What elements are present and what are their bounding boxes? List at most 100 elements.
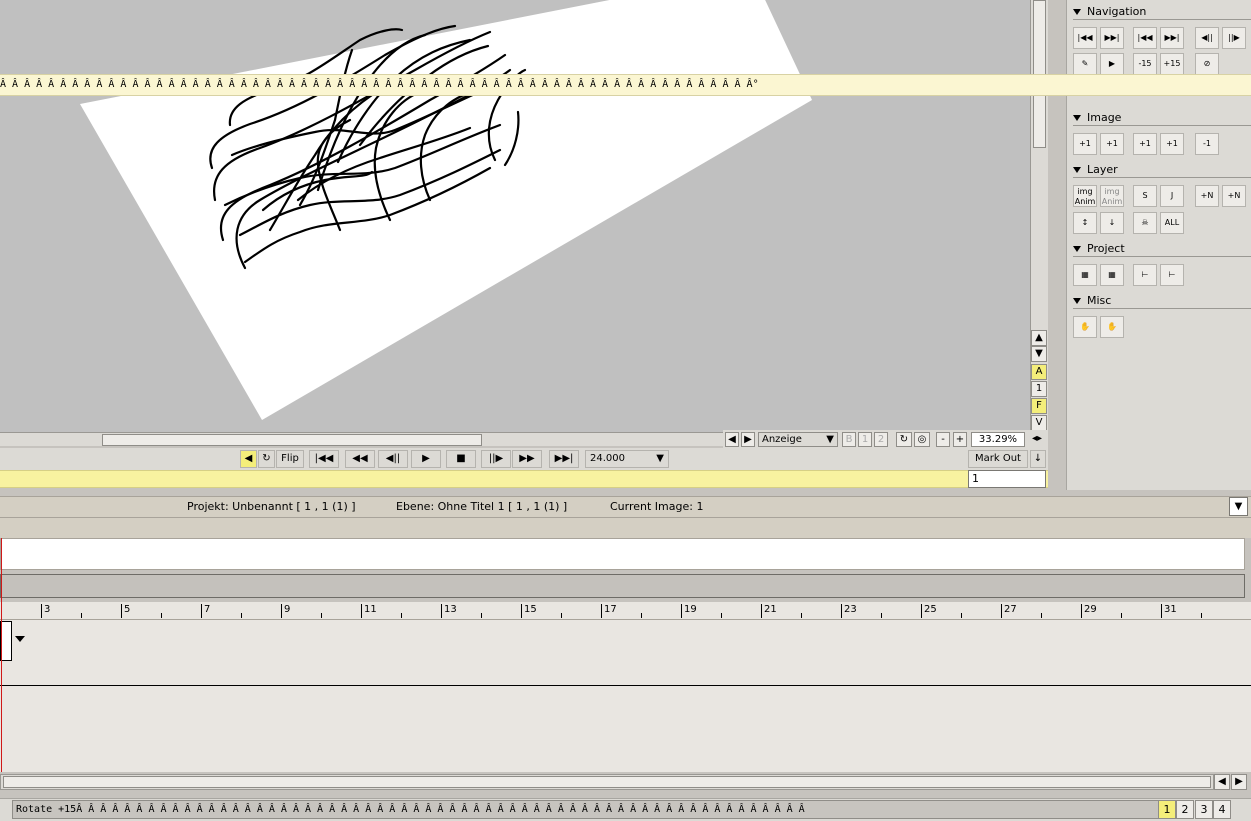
page-tab-3[interactable]: 3 [1195, 800, 1213, 819]
scroll-up-icon[interactable]: ▲ [1031, 330, 1047, 346]
timeline-horizontal-scrollbar[interactable] [0, 774, 1214, 790]
move-layer-down-icon[interactable]: ↓ [1100, 212, 1124, 234]
lock-icon[interactable]: ⊘ [1195, 53, 1219, 75]
horizontal-scroll-thumb[interactable] [102, 434, 482, 446]
collapse-triangle-icon [1073, 167, 1081, 173]
down-arrow-icon[interactable]: ↓ [1030, 450, 1046, 468]
canvas-viewport[interactable] [0, 0, 1030, 432]
project-tree-icon[interactable]: ⊢ [1133, 264, 1157, 286]
img-anim-disabled-button[interactable]: img Anim [1100, 185, 1124, 207]
zoom-in-button[interactable]: + [953, 432, 967, 447]
navigation-section-header[interactable]: Navigation [1073, 4, 1251, 20]
step-back-icon[interactable]: ◀|| [378, 450, 408, 468]
go-to-end-icon[interactable]: ▶▶| [549, 450, 579, 468]
first-frame-icon[interactable]: |◀◀ [1073, 27, 1097, 49]
ruler-label: 15 [524, 604, 537, 615]
side-button-f[interactable]: F [1031, 398, 1047, 414]
fps-value: 24.000 [590, 453, 625, 464]
refresh-icon[interactable]: ↻ [896, 432, 912, 447]
duplicate-image-after-icon[interactable]: +1 [1160, 133, 1184, 155]
view-button-1[interactable]: 1 [858, 432, 872, 447]
project-grid-icon[interactable]: ▦ [1073, 264, 1097, 286]
misc-tool-alt-icon[interactable]: ✋ [1100, 316, 1124, 338]
ruler-minor-tick [721, 613, 722, 618]
timeline-spacer [0, 518, 1251, 538]
ruler-label: 31 [1164, 604, 1177, 615]
view-button-2[interactable]: 2 [874, 432, 888, 447]
zoom-out-button[interactable]: - [936, 432, 950, 447]
next-keyframe-icon[interactable]: ▶▶| [1160, 27, 1184, 49]
page-tab-2[interactable]: 2 [1176, 800, 1194, 819]
timeline-track-range[interactable] [0, 574, 1245, 598]
previous-image-icon[interactable]: ◀|| [1195, 27, 1219, 49]
page-tab-1[interactable]: 1 [1158, 800, 1176, 819]
layer-section-header[interactable]: Layer [1073, 162, 1251, 178]
project-section-header[interactable]: Project [1073, 241, 1251, 257]
arrow-right-icon[interactable]: ▶ [1231, 774, 1247, 790]
ruler-minor-tick [1201, 613, 1202, 618]
last-frame-icon[interactable]: ▶▶| [1100, 27, 1124, 49]
insert-image-after-icon[interactable]: +1 [1100, 133, 1124, 155]
frame-progress-bar[interactable] [0, 470, 1048, 488]
insert-image-before-icon[interactable]: +1 [1073, 133, 1097, 155]
fast-forward-icon[interactable]: ▶▶ [512, 450, 542, 468]
zoom-field[interactable]: 33.29% [971, 432, 1025, 447]
side-button-1[interactable]: 1 [1031, 381, 1047, 397]
page-tab-4[interactable]: 4 [1213, 800, 1231, 819]
add-n-layers-icon[interactable]: +N [1195, 185, 1219, 207]
go-to-start-icon[interactable]: |◀◀ [309, 450, 339, 468]
canvas-horizontal-scrollbar[interactable] [0, 432, 723, 446]
move-layer-up-icon[interactable]: ↕ [1073, 212, 1097, 234]
canvas-drawing[interactable] [0, 0, 1030, 432]
previous-keyframe-icon[interactable]: |◀◀ [1133, 27, 1157, 49]
flip-button[interactable]: Flip [276, 450, 304, 468]
onion-skin-icon[interactable]: ✎ [1073, 53, 1097, 75]
navigation-title: Navigation [1087, 5, 1147, 18]
timeline-track-top[interactable] [0, 538, 1245, 570]
scroll-down-icon[interactable]: ▼ [1031, 346, 1047, 362]
current-frame-input[interactable]: 1 [968, 470, 1046, 488]
loop-icon[interactable]: ↻ [258, 450, 275, 468]
layer-row[interactable] [0, 620, 1251, 686]
stop-icon[interactable]: ■ [446, 450, 476, 468]
mark-out-button[interactable]: Mark Out [968, 450, 1028, 468]
join-layer-icon[interactable]: J [1160, 185, 1184, 207]
arrow-left-icon[interactable]: ◀ [725, 432, 739, 447]
delete-layer-icon[interactable]: ☠ [1133, 212, 1157, 234]
rewind-icon[interactable]: ◀◀ [345, 450, 375, 468]
ruler-label: 17 [604, 604, 617, 615]
step-forward-icon[interactable]: ||▶ [481, 450, 511, 468]
misc-tool-icon[interactable]: ✋ [1073, 316, 1097, 338]
next-image-icon[interactable]: ||▶ [1222, 27, 1246, 49]
fit-arrows-icon[interactable]: ◂▸ [1029, 432, 1045, 447]
arrow-left-icon[interactable]: ◀ [1214, 774, 1230, 790]
split-layer-icon[interactable]: S [1133, 185, 1157, 207]
chevron-down-icon[interactable] [15, 636, 25, 642]
add-n-layers-alt-icon[interactable]: +N [1222, 185, 1246, 207]
play-icon[interactable]: ▶ [411, 450, 441, 468]
all-layers-button[interactable]: ALL [1160, 212, 1184, 234]
misc-section-header[interactable]: Misc [1073, 293, 1251, 309]
ruler-label: 27 [1004, 604, 1017, 615]
ruler-label: 9 [284, 604, 291, 615]
rotate-minus-15-icon[interactable]: -15 [1133, 53, 1157, 75]
project-tree-alt-icon[interactable]: ⊢ [1160, 264, 1184, 286]
view-button-b[interactable]: B [842, 432, 856, 447]
side-button-v[interactable]: V [1031, 415, 1047, 431]
sound-icon[interactable]: ◀ [240, 450, 257, 468]
display-select[interactable]: Anzeige ▼ [758, 432, 838, 447]
image-section-header[interactable]: Image [1073, 110, 1251, 126]
timeline-ruler[interactable]: 3 5 7 9 11 13 15 17 19 21 23 25 27 29 31 [0, 602, 1251, 620]
fps-select[interactable]: 24.000 ▼ [585, 450, 669, 468]
rotate-plus-15-icon[interactable]: +15 [1160, 53, 1184, 75]
duplicate-image-before-icon[interactable]: +1 [1133, 133, 1157, 155]
center-icon[interactable]: ◎ [914, 432, 930, 447]
arrow-right-icon[interactable]: ▶ [741, 432, 755, 447]
img-anim-button[interactable]: img Anim [1073, 185, 1097, 207]
play-layer-icon[interactable]: ▶ [1100, 53, 1124, 75]
project-grid-alt-icon[interactable]: ▦ [1100, 264, 1124, 286]
delete-image-icon[interactable]: -1 [1195, 133, 1219, 155]
chevron-down-icon[interactable]: ▼ [1229, 497, 1248, 516]
side-button-a[interactable]: A [1031, 364, 1047, 380]
timeline-scroll-thumb[interactable] [3, 776, 1211, 788]
